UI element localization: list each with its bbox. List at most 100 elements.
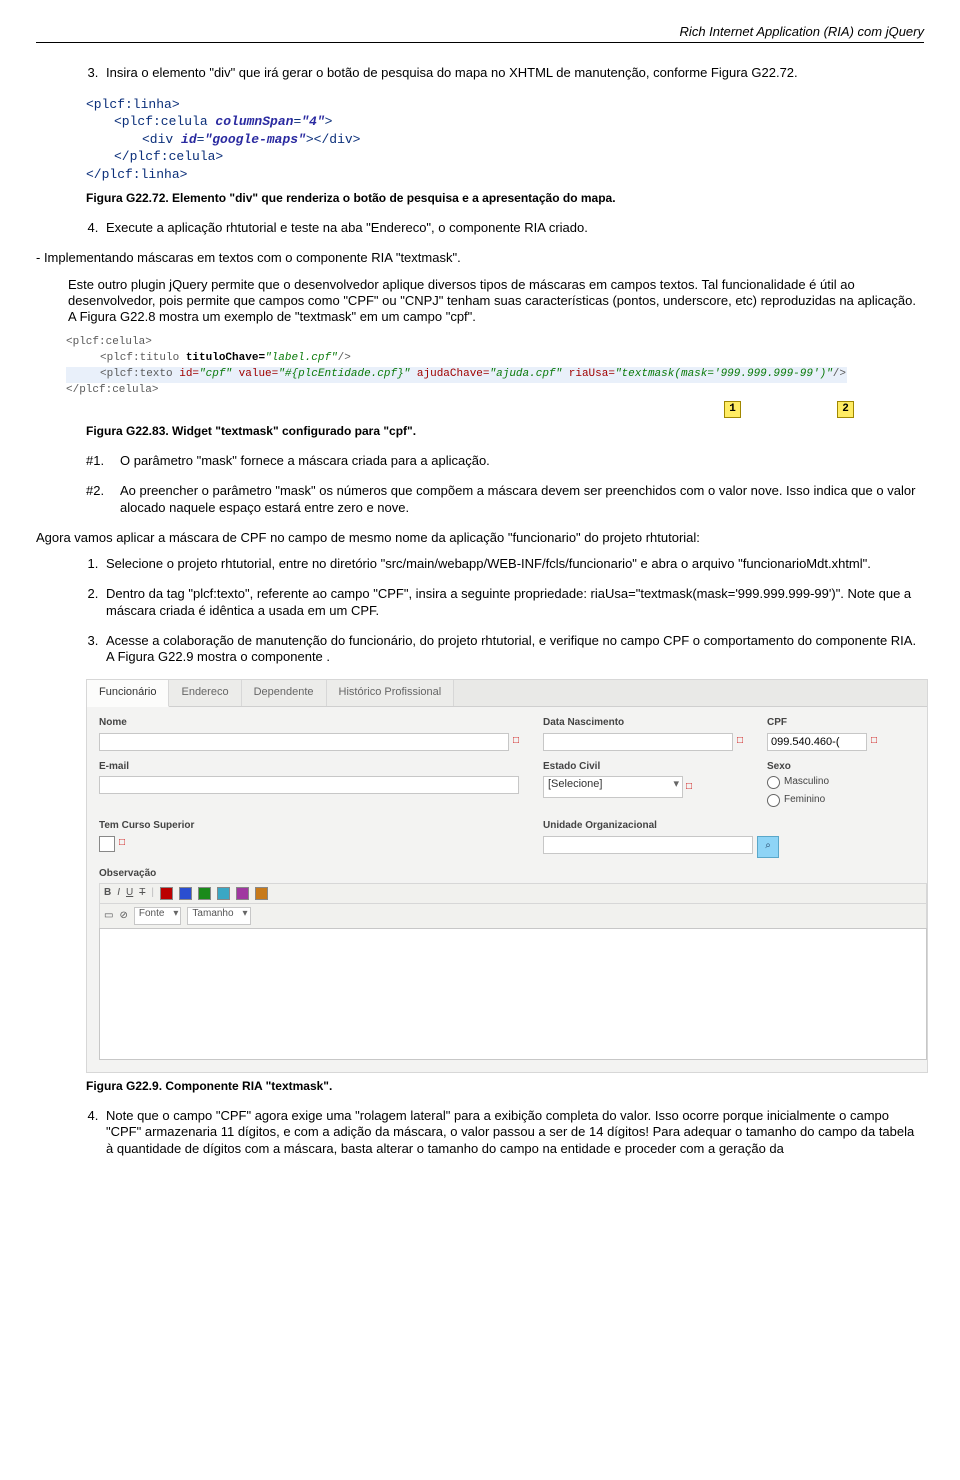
underline-icon[interactable]: U [126,887,133,900]
hash-list: #1. O parâmetro "mask" fornece a máscara… [86,453,924,516]
color-swatch[interactable] [255,887,268,900]
section-dash-title: - Implementando máscaras em textos com o… [36,250,924,266]
label-data: Data Nascimento [543,717,743,730]
list-text: Execute a aplicação rhtutorial e teste n… [106,220,588,235]
link-icon[interactable]: ⊘ [119,910,127,923]
hash-text-1: O parâmetro "mask" fornece a máscara cri… [120,453,490,469]
list-text: Insira o elemento "div" que irá gerar o … [106,65,798,80]
ordered-list-2b: Note que o campo "CPF" agora exige uma "… [36,1108,924,1157]
field-cpf: CPF □ [767,717,927,751]
input-cpf[interactable] [767,733,867,751]
font-select[interactable]: Fonte [134,907,182,925]
code-block-1: <plcf:linha> <plcf:celula columnSpan="4"… [86,96,924,184]
code-line: </plcf:linha> [86,167,187,182]
code-attr: tituloChave= [186,352,265,364]
ordered-list-2: Selecione o projeto rhtutorial, entre no… [36,556,924,665]
field-sexo: Sexo Masculino Feminino [767,761,927,811]
select-estado[interactable]: [Selecione] [543,776,683,798]
tab-bar: Funcionário Endereco Dependente Históric… [87,680,927,707]
checkbox-curso[interactable] [99,836,115,852]
figure-caption-9: Figura G22.9. Componente RIA "textmask". [86,1079,924,1094]
field-email: E-mail [99,761,519,811]
label-nome: Nome [99,717,519,730]
list-text: Selecione o projeto rhtutorial, entre no… [106,556,871,571]
code-line: <plcf:linha> [86,97,180,112]
lookup-button[interactable]: ⌕ [757,836,779,858]
editor-area[interactable] [99,928,927,1060]
label-email: E-mail [99,761,519,774]
code-line: /> [338,352,351,364]
required-icon: □ [119,837,125,850]
page-header: Rich Internet Application (RIA) com jQue… [36,24,924,43]
tab-endereco[interactable]: Endereco [169,680,241,706]
code-attr: id= [179,368,199,380]
code-attr: riaUsa= [562,368,615,380]
code-line: </plcf:celula> [66,384,158,396]
label-cpf: CPF [767,717,927,730]
code-line: <plcf:celula [114,114,215,129]
label-org: Unidade Organizacional [543,820,927,833]
list-text: Dentro da tag "plcf:texto", referente ao… [106,586,911,617]
field-data: Data Nascimento □ [543,717,743,751]
size-select[interactable]: Tamanho [187,907,250,925]
code-line: <plcf:titulo [100,352,186,364]
tab-dependente[interactable]: Dependente [242,680,327,706]
callout-2: 2 [837,401,854,418]
input-data[interactable] [543,733,733,751]
required-icon: □ [686,781,692,794]
radio-fem[interactable]: Feminino [767,794,927,807]
editor-toolbar-2: ▭ ⊘ Fonte Tamanho [99,903,927,928]
field-nome: Nome □ [99,717,519,751]
field-estado: Estado Civil [Selecione] □ [543,761,743,811]
code-block-2: <plcf:celula> <plcf:titulo tituloChave="… [66,335,924,418]
code-attr: columnSpan [215,114,293,129]
img-icon[interactable]: ▭ [104,910,113,923]
code-val: "google-maps" [204,132,305,147]
color-swatch[interactable] [236,887,249,900]
paragraph-textmask: Este outro plugin jQuery permite que o d… [68,277,924,326]
ordered-list-1: Insira o elemento "div" que irá gerar o … [36,65,924,81]
input-nome[interactable] [99,733,509,751]
code-line: <div [142,132,181,147]
code-val: "label.cpf" [265,352,338,364]
list-item: Execute a aplicação rhtutorial e teste n… [102,220,924,236]
input-email[interactable] [99,776,519,794]
radio-masc[interactable]: Masculino [767,776,927,789]
code-line: </plcf:celula> [114,149,223,164]
italic-icon[interactable]: I [117,887,120,900]
list-text: Acesse a colaboração de manutenção do fu… [106,633,916,664]
required-icon: □ [737,735,743,748]
field-curso: Tem Curso Superior □ [99,820,519,858]
list-item: Acesse a colaboração de manutenção do fu… [102,633,924,666]
bold-icon[interactable]: B [104,887,111,900]
hash-num-1: #1. [86,453,120,469]
tab-historico[interactable]: Histórico Profissional [327,680,455,706]
form-screenshot: Funcionário Endereco Dependente Históric… [86,679,928,1073]
strike-icon[interactable]: T [139,887,145,900]
code-line: <plcf:texto [100,368,179,380]
color-swatch[interactable] [160,887,173,900]
code-val: "cpf" [199,368,232,380]
color-swatch[interactable] [217,887,230,900]
hash-text-2: Ao preencher o parâmetro "mask" os númer… [120,483,924,516]
label-curso: Tem Curso Superior [99,820,519,833]
field-obs: Observação B I U T | ▭ ⊘ Fonte Tamanho [99,868,927,1061]
color-swatch[interactable] [179,887,192,900]
code-line: /> [833,368,846,380]
list-item: Selecione o projeto rhtutorial, entre no… [102,556,924,572]
input-org[interactable] [543,836,753,854]
code-val: "4" [301,114,324,129]
code-val: "ajuda.cpf" [490,368,563,380]
figure-caption-72: Figura G22.72. Elemento "div" que render… [86,191,924,206]
list-item: Dentro da tag "plcf:texto", referente ao… [102,586,924,619]
tab-funcionario[interactable]: Funcionário [87,680,169,707]
code-attr: id [181,132,197,147]
code-line: ></div> [306,132,361,147]
code-line: <plcf:celula> [66,336,152,348]
radio-icon [767,794,780,807]
radio-icon [767,776,780,789]
required-icon: □ [513,735,519,748]
list-text: Note que o campo "CPF" agora exige uma "… [106,1108,914,1156]
color-swatch[interactable] [198,887,211,900]
code-attr: value= [232,368,278,380]
